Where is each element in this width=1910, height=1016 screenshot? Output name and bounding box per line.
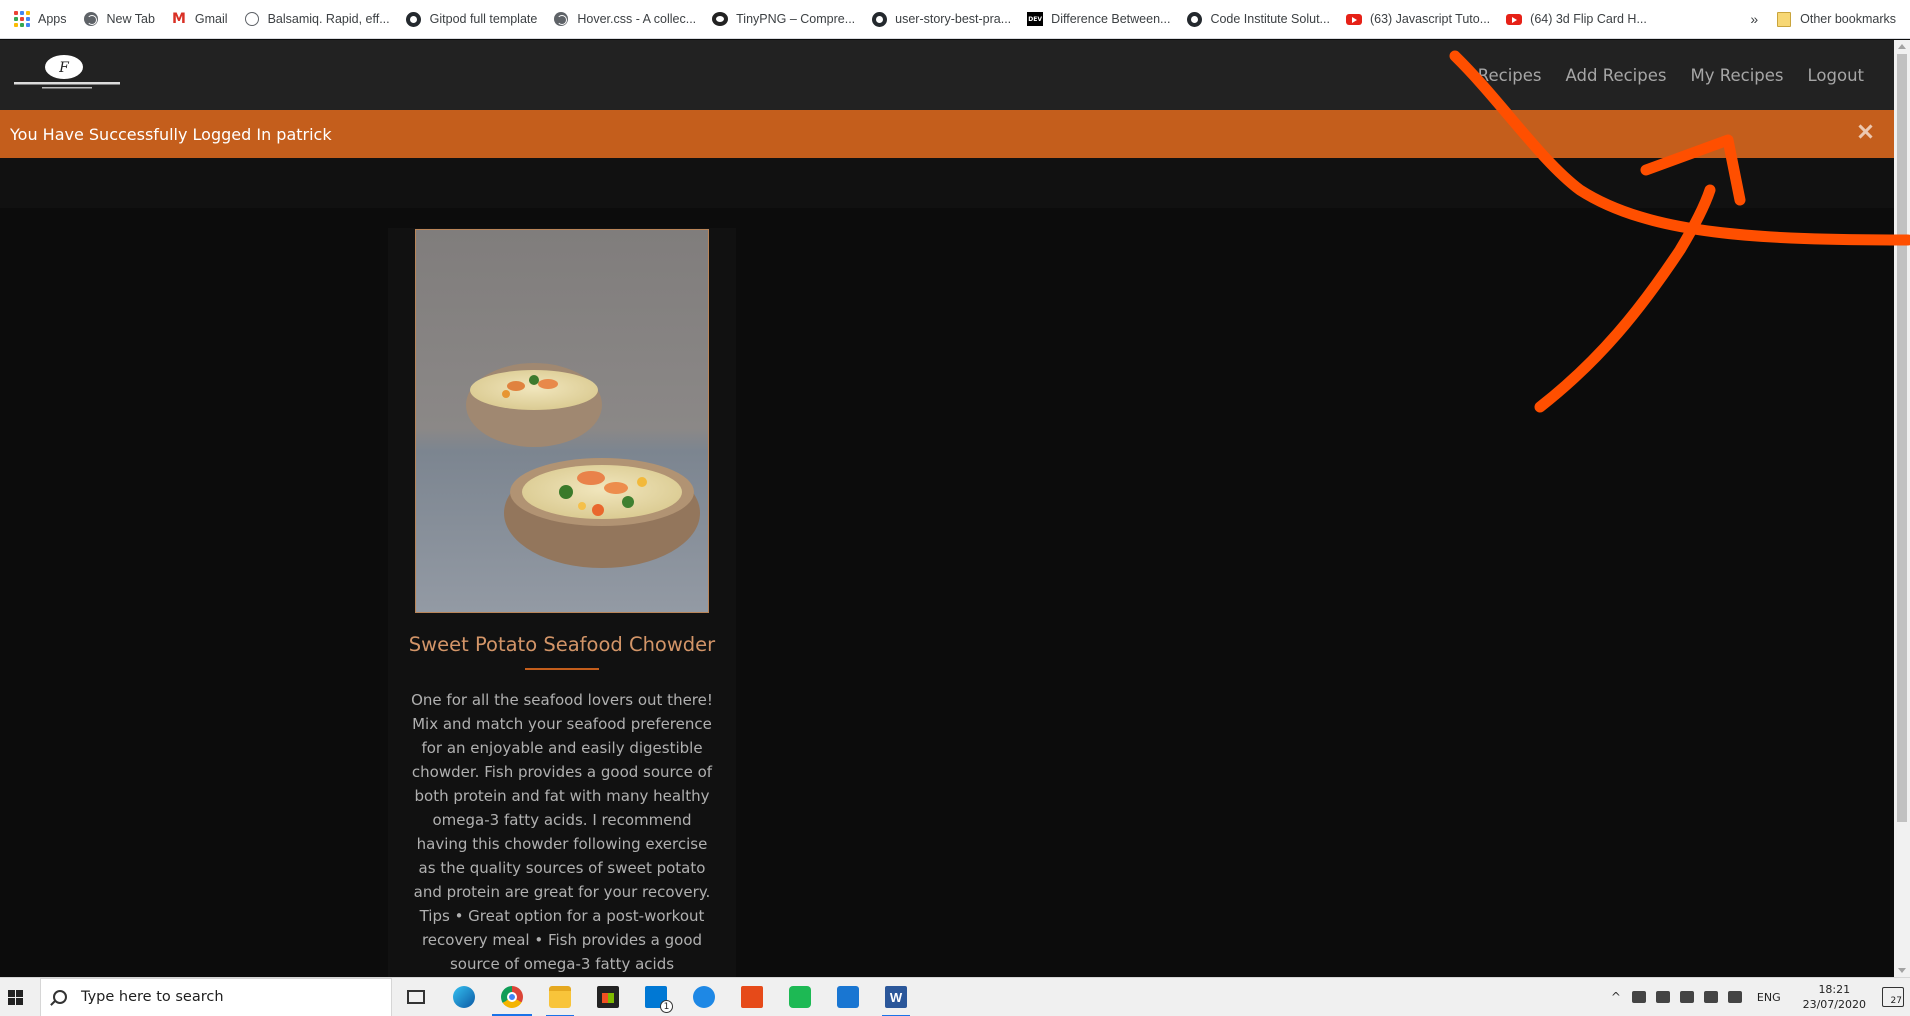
bookmark-label: Gitpod full template	[429, 12, 538, 26]
notification-count: 27	[1890, 996, 1902, 1006]
file-explorer-icon[interactable]	[536, 978, 584, 1016]
fitness-kitchen-logo[interactable]: F	[12, 54, 122, 94]
globe-icon	[553, 11, 569, 27]
title-divider	[525, 668, 599, 670]
bookmark-label: New Tab	[106, 12, 155, 26]
word-icon[interactable]: W	[872, 978, 920, 1016]
recipe-image[interactable]	[415, 229, 709, 613]
bookmark-tinypng[interactable]: TinyPNG – Compre...	[704, 5, 863, 33]
bookmarks-overflow-label: »	[1750, 11, 1759, 27]
task-view-icon[interactable]	[392, 978, 440, 1016]
notification-center-icon[interactable]: 27	[1882, 987, 1904, 1007]
other-bookmarks[interactable]: Other bookmarks	[1768, 5, 1910, 33]
scroll-thumb[interactable]	[1897, 54, 1907, 822]
bookmark-label: user-story-best-pra...	[895, 12, 1012, 26]
scroll-up-arrow-icon[interactable]	[1898, 44, 1906, 49]
search-icon	[53, 990, 67, 1004]
other-bookmarks-label: Other bookmarks	[1800, 12, 1896, 26]
github-icon	[871, 11, 887, 27]
folder-icon	[1776, 11, 1792, 27]
bookmark-code-institute[interactable]: Code Institute Solut...	[1178, 5, 1338, 33]
bookmark-label: Gmail	[194, 12, 228, 26]
bookmark-label: (64) 3d Flip Card H...	[1530, 12, 1647, 26]
store-icon[interactable]	[584, 978, 632, 1016]
spotify-icon[interactable]	[776, 978, 824, 1016]
bookmark-user-story[interactable]: user-story-best-pra...	[863, 5, 1019, 33]
nav-my-recipes[interactable]: My Recipes	[1691, 66, 1784, 85]
bookmark-balsamiq[interactable]: Balsamiq. Rapid, eff...	[236, 5, 398, 33]
dev-icon: DEV	[1027, 11, 1044, 27]
apps-grid-icon	[14, 11, 30, 27]
nav-links: Recipes Add Recipes My Recipes Logout	[1454, 40, 1864, 111]
recipe-title[interactable]: Sweet Potato Seafood Chowder	[388, 633, 736, 656]
bookmark-label: TinyPNG – Compre...	[736, 12, 856, 26]
bookmarks-overflow-button[interactable]: »	[1740, 5, 1768, 33]
recipe-card[interactable]: Sweet Potato Seafood Chowder One for all…	[388, 228, 736, 1000]
messenger-icon[interactable]	[680, 978, 728, 1016]
taskbar-search-box[interactable]: Type here to search	[40, 977, 392, 1016]
scroll-down-arrow-icon[interactable]	[1898, 968, 1906, 973]
page-scrollbar[interactable]	[1894, 40, 1910, 977]
nav-logout[interactable]: Logout	[1808, 66, 1865, 85]
youtube-icon	[1506, 11, 1523, 27]
github-icon	[1186, 11, 1202, 27]
clock-time: 18:21	[1818, 983, 1851, 996]
smiley-icon	[244, 11, 260, 27]
panda-icon	[712, 11, 729, 27]
battery-icon[interactable]	[1679, 991, 1694, 1003]
chrome-icon[interactable]	[488, 978, 536, 1016]
taskbar-search-placeholder: Type here to search	[81, 989, 224, 1005]
recipe-description: One for all the seafood lovers out there…	[411, 691, 713, 973]
office-icon[interactable]	[728, 978, 776, 1016]
bookmark-difference[interactable]: DEV Difference Between...	[1019, 5, 1178, 33]
bookmark-gitpod[interactable]: Gitpod full template	[398, 5, 546, 33]
bookmark-apps[interactable]: Apps	[6, 5, 75, 33]
onedrive-icon[interactable]	[1655, 991, 1670, 1003]
flash-text: You Have Successfully Logged In patrick	[10, 124, 332, 144]
nav-add-recipes[interactable]: Add Recipes	[1566, 66, 1667, 85]
windows-taskbar: Type here to search 1 W ^ ENG 18:21 23/0…	[0, 977, 1910, 1016]
taskbar-clock[interactable]: 18:21 23/07/2020	[1803, 982, 1866, 1012]
edge-icon[interactable]	[440, 978, 488, 1016]
bookmark-hover-css[interactable]: Hover.css - A collec...	[545, 5, 704, 33]
bookmark-new-tab[interactable]: New Tab	[75, 5, 163, 33]
volume-icon[interactable]	[1727, 991, 1742, 1003]
youtube-icon	[1345, 11, 1362, 27]
bookmark-flip-card[interactable]: (64) 3d Flip Card H...	[1498, 5, 1655, 33]
globe-icon	[83, 11, 99, 27]
dropbox-icon[interactable]	[1631, 991, 1646, 1003]
close-icon[interactable]	[1858, 124, 1872, 138]
gmail-icon: M	[171, 11, 186, 27]
system-tray: ^ ENG 18:21 23/07/2020 27	[1605, 978, 1910, 1016]
login-flash-message: You Have Successfully Logged In patrick	[0, 110, 1894, 158]
bookmark-javascript-tutorial[interactable]: (63) Javascript Tuto...	[1338, 5, 1498, 33]
snipping-icon[interactable]	[824, 978, 872, 1016]
bookmark-label: Difference Between...	[1051, 12, 1171, 26]
nav-recipes[interactable]: Recipes	[1478, 66, 1542, 85]
bookmarks-bar: Apps New Tab M Gmail Balsamiq. Rapid, ef…	[0, 0, 1910, 39]
section-band	[0, 158, 1894, 208]
start-button[interactable]	[0, 978, 30, 1016]
bookmark-label: Hover.css - A collec...	[577, 12, 697, 26]
bookmark-label: Code Institute Solut...	[1210, 12, 1330, 26]
github-icon	[406, 11, 422, 27]
bookmark-label: Balsamiq. Rapid, eff...	[267, 12, 390, 26]
wifi-icon[interactable]	[1703, 991, 1718, 1003]
svg-text:F: F	[58, 60, 70, 76]
bookmark-label: (63) Javascript Tuto...	[1369, 12, 1491, 26]
language-indicator[interactable]: ENG	[1757, 991, 1781, 1004]
mail-icon[interactable]: 1	[632, 978, 680, 1016]
clock-date: 23/07/2020	[1802, 998, 1866, 1011]
site-navbar: F Recipes Add Recipes My Recipes Logout	[0, 40, 1894, 111]
bookmark-gmail[interactable]: M Gmail	[163, 5, 236, 33]
mail-badge: 1	[660, 1000, 673, 1013]
tray-chevron-icon[interactable]: ^	[1611, 990, 1621, 1004]
bookmark-label: Apps	[38, 12, 67, 26]
windows-logo-icon	[7, 989, 23, 1005]
